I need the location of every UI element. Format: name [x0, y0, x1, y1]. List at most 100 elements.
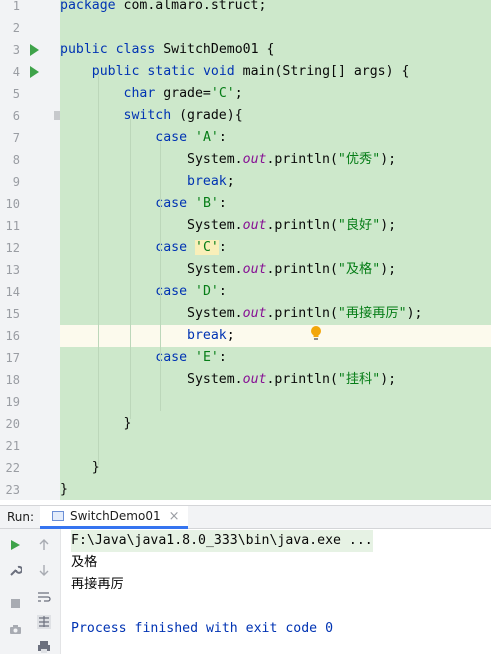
code-text[interactable]: }	[60, 479, 491, 500]
console-output[interactable]: F:\Java\java1.8.0_333\bin\java.exe ... 及…	[60, 529, 491, 654]
field-token: out	[242, 372, 267, 387]
code-line[interactable]: 5 char grade='C';	[0, 83, 491, 105]
code-line[interactable]: 1 package com.almaro.struct;	[0, 0, 491, 17]
line-number: 14	[5, 285, 20, 299]
code-token: ;	[226, 174, 235, 189]
code-token: System.	[60, 372, 243, 387]
down-arrow-icon[interactable]	[34, 560, 54, 580]
code-text[interactable]: case 'E':	[60, 347, 491, 369]
camera-icon[interactable]	[5, 619, 25, 639]
code-line[interactable]: 7 case 'A':	[0, 127, 491, 149]
line-number: 2	[12, 21, 20, 35]
line-number: 20	[5, 417, 20, 431]
run-tool-window-header: Run: SwitchDemo01 ×	[0, 505, 491, 529]
code-line[interactable]: 21	[0, 435, 491, 457]
code-token: .println(	[266, 306, 338, 321]
string-token: 'E'	[195, 350, 219, 365]
code-text[interactable]: System.out.println("优秀");	[60, 149, 491, 171]
code-text[interactable]: System.out.println("再接再厉");	[60, 303, 491, 325]
code-text[interactable]: break;	[60, 325, 491, 347]
code-text[interactable]: switch (grade){	[60, 105, 491, 127]
code-line[interactable]: 15 System.out.println("再接再厉");	[0, 303, 491, 325]
close-icon[interactable]: ×	[169, 509, 180, 524]
string-token: "良好"	[337, 218, 381, 233]
line-number: 11	[5, 219, 20, 233]
code-token: System.	[60, 306, 243, 321]
console-output-line: 再接再厉	[71, 577, 124, 592]
code-line[interactable]: 9 break;	[0, 171, 491, 193]
code-token: .println(	[266, 218, 338, 233]
code-text[interactable]: break;	[60, 171, 491, 193]
keyword-token: public	[60, 42, 108, 57]
stop-icon[interactable]	[5, 593, 25, 613]
code-line[interactable]: 4 public static void main(String[] args)…	[0, 61, 491, 83]
scroll-to-end-icon[interactable]	[34, 612, 54, 632]
run-gutter-icon[interactable]	[30, 44, 39, 56]
code-line[interactable]: 16 break;	[0, 325, 491, 347]
code-line[interactable]: 12 case 'C':	[0, 237, 491, 259]
code-text[interactable]: System.out.println("良好");	[60, 215, 491, 237]
code-line[interactable]: 19	[0, 391, 491, 413]
code-text[interactable]: package com.almaro.struct;	[60, 0, 491, 17]
code-text[interactable]: case 'A':	[60, 127, 491, 149]
run-toolbar	[0, 529, 60, 654]
line-number: 22	[5, 461, 20, 475]
code-text[interactable]: case 'C':	[60, 237, 491, 259]
code-text[interactable]: System.out.println("挂科");	[60, 369, 491, 391]
tab-switchdemo01[interactable]: SwitchDemo01 ×	[40, 506, 188, 529]
string-token: "再接再厉"	[337, 306, 407, 321]
soft-wrap-icon[interactable]	[34, 587, 54, 607]
code-line[interactable]: 14 case 'D':	[0, 281, 491, 303]
code-token: System.	[60, 218, 243, 233]
code-text[interactable]: public class SwitchDemo01 {	[60, 39, 491, 61]
code-text[interactable]: case 'D':	[60, 281, 491, 303]
code-text[interactable]: }	[60, 413, 491, 435]
code-text[interactable]: case 'B':	[60, 193, 491, 215]
code-line[interactable]: 22 }	[0, 457, 491, 479]
code-token: com.almaro.struct;	[115, 0, 267, 13]
code-text[interactable]: }	[60, 457, 491, 479]
code-text[interactable]: char grade='C';	[60, 83, 491, 105]
code-line[interactable]: 10 case 'B':	[0, 193, 491, 215]
lightbulb-icon[interactable]	[310, 325, 322, 341]
code-text[interactable]	[60, 17, 491, 39]
code-line[interactable]: 18 System.out.println("挂科");	[0, 369, 491, 391]
print-icon[interactable]	[34, 637, 54, 657]
code-text[interactable]: System.out.println("及格");	[60, 259, 491, 281]
code-line[interactable]: 6 switch (grade){	[0, 105, 491, 127]
code-line[interactable]: 13 System.out.println("及格");	[0, 259, 491, 281]
string-token: "优秀"	[337, 152, 381, 167]
wrench-icon[interactable]	[5, 560, 25, 580]
string-token: 'D'	[195, 284, 219, 299]
code-text[interactable]	[60, 435, 491, 457]
code-line[interactable]: 8 System.out.println("优秀");	[0, 149, 491, 171]
code-line[interactable]: 20 }	[0, 413, 491, 435]
run-gutter-icon[interactable]	[30, 66, 39, 78]
up-arrow-icon[interactable]	[34, 535, 54, 555]
code-token: }	[60, 416, 132, 431]
code-token: );	[380, 218, 397, 233]
code-text[interactable]	[60, 391, 491, 413]
line-number: 7	[12, 131, 20, 145]
code-line[interactable]: 2	[0, 17, 491, 39]
indent-guide	[160, 141, 161, 411]
line-number: 1	[12, 0, 20, 13]
code-editor[interactable]: 1 package com.almaro.struct; 2 3 public clas…	[0, 0, 491, 500]
code-line[interactable]: 11 System.out.println("良好");	[0, 215, 491, 237]
code-token: :	[218, 240, 227, 255]
rerun-icon[interactable]	[5, 535, 25, 555]
line-number: 3	[12, 43, 20, 57]
line-number: 17	[5, 351, 20, 365]
code-line[interactable]: 23}	[0, 479, 491, 500]
code-line[interactable]: 17 case 'E':	[0, 347, 491, 369]
code-line[interactable]: 3 public class SwitchDemo01 {	[0, 39, 491, 61]
code-text[interactable]: public static void main(String[] args) {	[60, 61, 491, 83]
string-token: 'A'	[195, 130, 219, 145]
